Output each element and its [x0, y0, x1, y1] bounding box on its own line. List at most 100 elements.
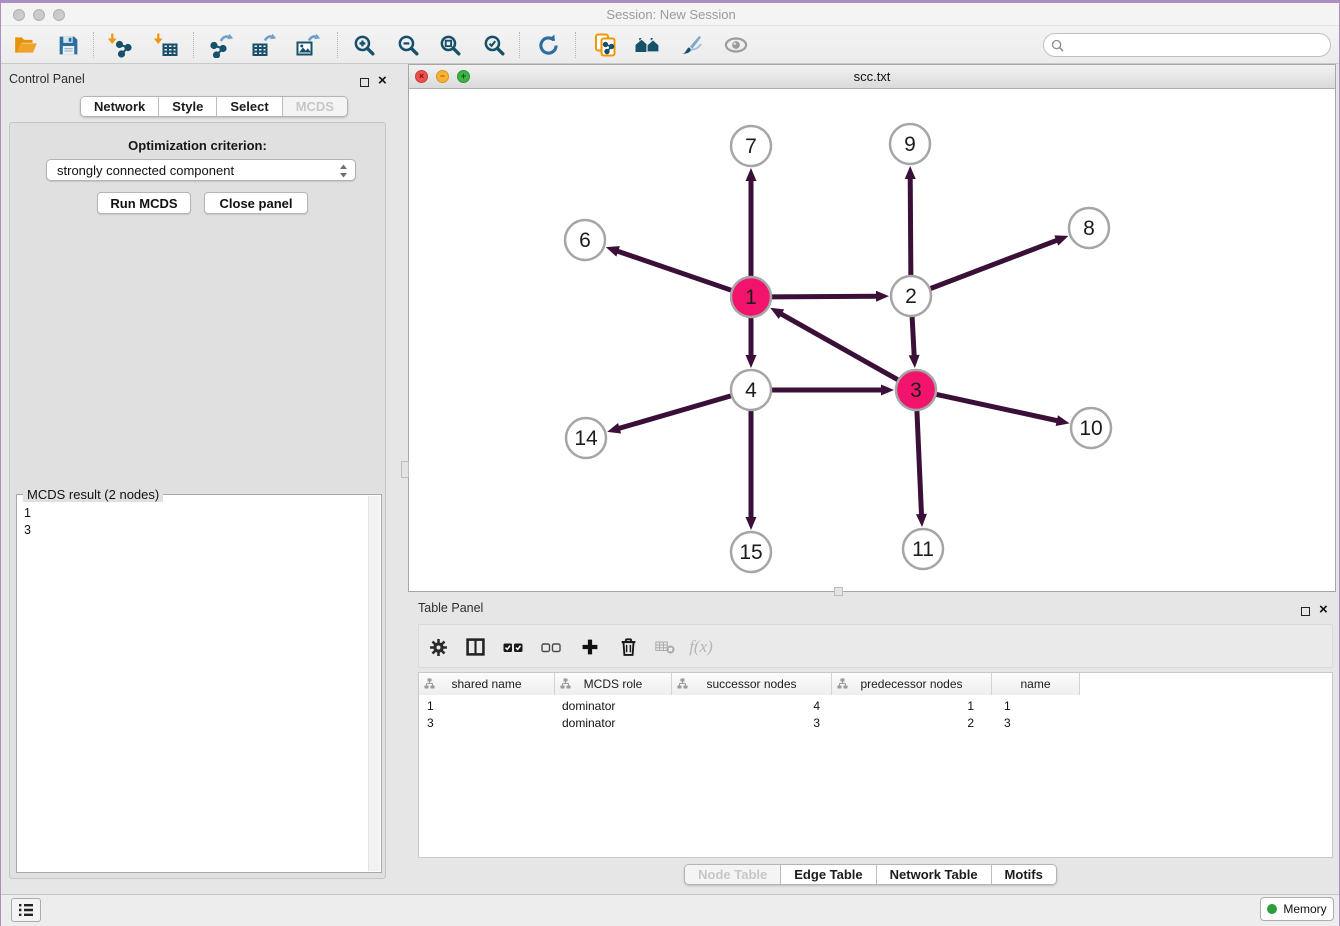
zoom-in-button[interactable]	[345, 29, 383, 61]
float-panel-button[interactable]	[360, 74, 369, 92]
toolbar-separator	[193, 32, 194, 58]
search-input[interactable]	[1068, 37, 1330, 53]
zoom-out-button[interactable]	[389, 29, 427, 61]
delete-table-button[interactable]	[648, 625, 682, 669]
tab-edge-table[interactable]: Edge Table	[781, 865, 876, 884]
first-neighbors-button[interactable]	[629, 29, 667, 61]
tab-network-table[interactable]: Network Table	[877, 865, 992, 884]
tab-style[interactable]: Style	[159, 97, 217, 116]
graph-edge-4-14[interactable]	[618, 396, 731, 429]
fx-icon: f(x)	[689, 637, 713, 657]
table-tabs: Node Table Edge Table Network Table Moti…	[406, 864, 1335, 885]
export-table-button[interactable]	[245, 29, 283, 61]
column-header-successor-nodes[interactable]: successor nodes	[672, 673, 832, 695]
cell-name: 1	[992, 697, 1080, 714]
search-icon	[1051, 39, 1064, 52]
tab-node-table[interactable]: Node Table	[685, 865, 781, 884]
network-view-window: × − + scc.txt 1234678910111415	[408, 64, 1336, 592]
criterion-select[interactable]: strongly connected component	[46, 159, 356, 181]
close-table-panel-button[interactable]: ×	[1319, 601, 1328, 619]
graph-node-label: 9	[904, 133, 916, 156]
save-floppy-icon	[56, 33, 81, 58]
column-label: MCDS role	[584, 677, 643, 691]
titlebar: Session: New Session	[1, 3, 1340, 26]
export-table-icon	[251, 32, 277, 58]
graph-node-label: 4	[745, 379, 757, 402]
houses-icon	[634, 32, 662, 58]
graph-node-label: 2	[905, 285, 917, 308]
table-row[interactable]: 3 dominator 3 2 3	[419, 714, 1080, 731]
open-session-button[interactable]	[7, 29, 45, 61]
graph-edge-3-1[interactable]	[780, 313, 898, 379]
tab-select[interactable]: Select	[217, 97, 282, 116]
style-paint-button[interactable]	[673, 29, 711, 61]
run-mcds-button[interactable]: Run MCDS	[97, 192, 191, 214]
export-image-button[interactable]	[289, 29, 327, 61]
save-session-button[interactable]	[49, 29, 87, 61]
graph-edge-2-3[interactable]	[912, 317, 914, 357]
zoom-fit-button[interactable]	[431, 29, 469, 61]
graph-edge-2-9[interactable]	[910, 177, 911, 275]
import-network-button[interactable]	[101, 29, 139, 61]
refresh-button[interactable]	[529, 29, 567, 61]
splitter-handle-vertical[interactable]	[401, 461, 409, 478]
mcds-result-line: 1	[17, 505, 381, 522]
float-icon	[360, 78, 369, 87]
control-panel-title: Control Panel	[9, 72, 85, 86]
tab-network[interactable]: Network	[81, 97, 159, 116]
graph-edge-arrowhead	[1054, 235, 1068, 245]
cell-predecessor-nodes: 1	[832, 697, 992, 714]
search-field[interactable]	[1043, 33, 1331, 57]
close-icon: ×	[378, 72, 387, 89]
float-table-panel-button[interactable]	[1301, 603, 1310, 621]
graph-svg[interactable]: 1234678910111415	[409, 89, 1335, 591]
table-settings-button[interactable]	[421, 625, 455, 669]
visibility-eye-button[interactable]	[717, 29, 755, 61]
table-panel-title: Table Panel	[418, 601, 483, 615]
show-column-button[interactable]	[458, 625, 492, 669]
mcds-result-line: 3	[17, 522, 381, 539]
network-canvas[interactable]: 1234678910111415	[409, 89, 1335, 591]
graph-edge-3-11[interactable]	[917, 411, 922, 516]
export-network-button[interactable]	[203, 29, 241, 61]
column-header-shared-name[interactable]: shared name	[419, 673, 555, 695]
function-builder-button[interactable]: f(x)	[684, 625, 718, 669]
splitter-handle-horizontal[interactable]	[834, 587, 843, 596]
import-table-button[interactable]	[147, 29, 185, 61]
close-panel-action-button[interactable]: Close panel	[204, 192, 308, 214]
cell-shared-name: 3	[419, 714, 555, 731]
column-header-predecessor-nodes[interactable]: predecessor nodes	[832, 673, 992, 695]
show-panels-button[interactable]	[11, 898, 41, 922]
graph-edge-2-8[interactable]	[931, 240, 1059, 289]
graph-edge-1-2[interactable]	[772, 296, 878, 297]
deselect-all-button[interactable]	[534, 625, 568, 669]
zoom-selected-button[interactable]	[475, 29, 513, 61]
window-title: Session: New Session	[1, 7, 1340, 22]
column-header-mcds-role[interactable]: MCDS role	[555, 673, 672, 695]
tab-mcds[interactable]: MCDS	[283, 97, 347, 116]
result-scrollbar[interactable]	[368, 496, 380, 871]
attribute-icon	[677, 678, 688, 689]
column-header-name[interactable]: name	[992, 673, 1080, 695]
table-row[interactable]: 1 dominator 4 1 1	[419, 697, 1080, 714]
select-all-button[interactable]	[496, 625, 530, 669]
column-label: predecessor nodes	[860, 677, 962, 691]
network-window-titlebar: × − + scc.txt	[409, 65, 1335, 89]
memory-button[interactable]: Memory	[1260, 897, 1334, 921]
cell-mcds-role: dominator	[555, 714, 672, 731]
duplicate-network-button[interactable]	[587, 29, 625, 61]
close-panel-button[interactable]: ×	[378, 72, 387, 90]
add-column-button[interactable]	[573, 625, 607, 669]
graph-edge-3-10[interactable]	[937, 394, 1059, 421]
delete-column-button[interactable]	[611, 625, 645, 669]
graph-node-label: 11	[912, 538, 934, 561]
graph-edge-1-6[interactable]	[616, 251, 731, 290]
graph-node-label: 10	[1079, 417, 1102, 440]
tab-motifs[interactable]: Motifs	[992, 865, 1056, 884]
cell-successor-nodes: 3	[672, 714, 832, 731]
delete-table-icon	[655, 640, 675, 655]
cell-shared-name: 1	[419, 697, 555, 714]
export-network-icon	[209, 32, 235, 58]
close-icon: ×	[1319, 601, 1328, 618]
main-toolbar	[1, 26, 1340, 64]
